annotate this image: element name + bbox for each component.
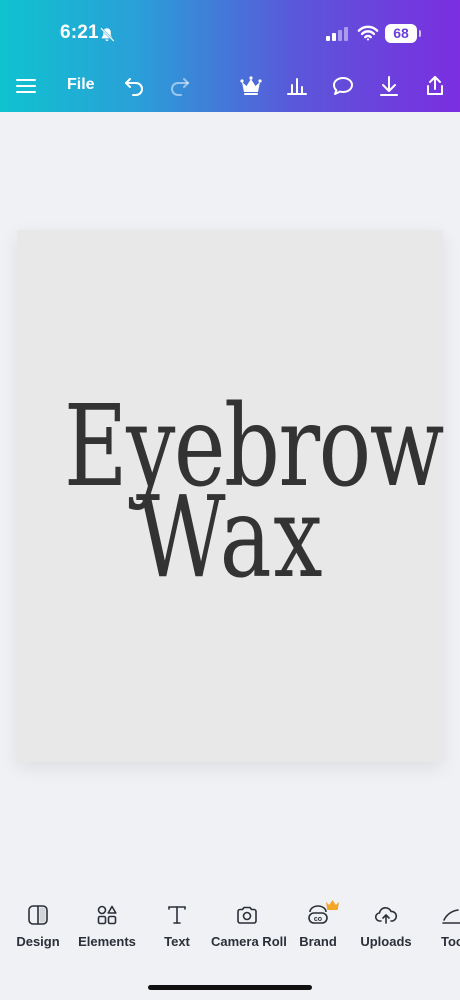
tool-uploads[interactable]: Uploads <box>360 895 412 965</box>
battery-indicator: 68 <box>385 24 421 43</box>
layout-icon <box>26 903 50 927</box>
home-indicator <box>148 985 312 990</box>
tool-label-uploads: Uploads <box>360 934 412 949</box>
tool-text[interactable]: Text <box>158 895 196 965</box>
download-icon[interactable] <box>377 74 401 98</box>
tool-label-tools: Too <box>441 934 460 949</box>
tool-label-text: Text <box>164 934 190 949</box>
shapes-icon <box>95 903 119 927</box>
status-time: 6:21 <box>60 22 99 43</box>
premium-crown-icon <box>326 897 339 910</box>
app-header: 6:21 68 File <box>0 0 460 112</box>
tool-camera-roll[interactable]: Camera Roll <box>211 895 287 965</box>
tool-label-design: Design <box>16 934 60 949</box>
tool-design[interactable]: Design <box>12 895 64 965</box>
premium-crown-icon[interactable] <box>239 74 263 98</box>
file-menu-button[interactable]: File <box>67 76 95 94</box>
tool-elements[interactable]: Elements <box>76 895 138 965</box>
tool-label-brand: Brand <box>299 934 337 949</box>
wifi-icon <box>357 24 379 42</box>
design-title-text[interactable]: Eyebrow Wax <box>64 391 445 594</box>
bell-muted-icon <box>98 26 116 44</box>
design-page[interactable]: Eyebrow Wax <box>17 230 445 762</box>
camera-icon <box>235 903 259 927</box>
menu-icon[interactable] <box>14 74 38 98</box>
tools-icon <box>440 903 460 927</box>
undo-icon[interactable] <box>122 74 146 98</box>
redo-icon[interactable] <box>168 74 192 98</box>
tool-label-elements: Elements <box>78 934 136 949</box>
tool-tools[interactable]: Too <box>436 895 460 965</box>
share-icon[interactable] <box>423 74 447 98</box>
comment-icon[interactable] <box>331 74 355 98</box>
insights-chart-icon[interactable] <box>285 74 309 98</box>
tool-brand[interactable]: co Brand <box>296 895 340 965</box>
bottom-toolbar: Design Elements Text Camera Roll co Bran… <box>0 895 460 965</box>
text-icon <box>165 903 189 927</box>
upload-cloud-icon <box>374 903 398 927</box>
tool-label-camera-roll: Camera Roll <box>211 934 287 949</box>
cellular-signal-icon <box>326 27 348 41</box>
svg-text:co: co <box>314 916 322 923</box>
